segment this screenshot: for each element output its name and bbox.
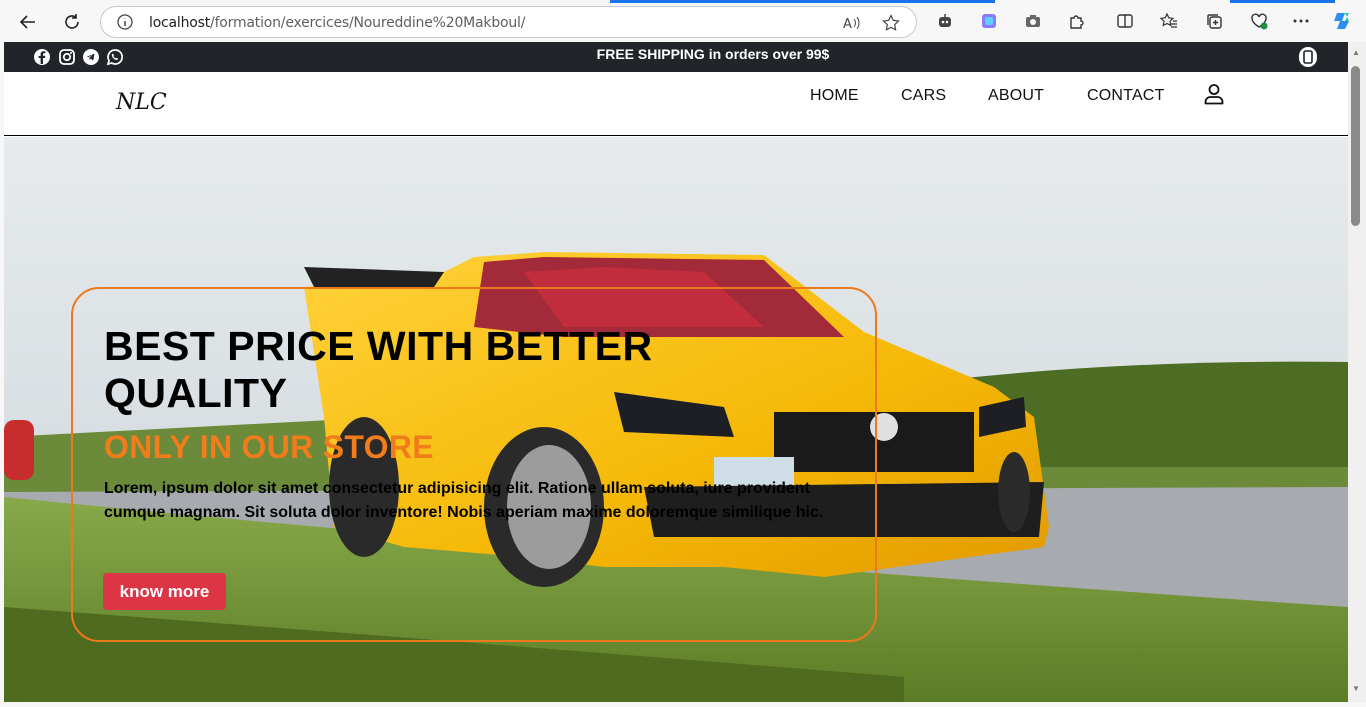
url-text[interactable]: localhost/formation/exercices/Noureddine… (149, 15, 525, 31)
site-header: NLC HOME CARS ABOUT CONTACT (4, 72, 1348, 136)
camera-icon[interactable] (1022, 10, 1044, 32)
favorite-star-icon[interactable] (882, 14, 900, 32)
copilot-icon[interactable] (1332, 10, 1354, 32)
promo-strip: FREE SHIPPING in orders over 99$ (4, 42, 1348, 72)
hero-title-line1: BEST PRICE WITH BETTER (104, 323, 653, 369)
scroll-thumb[interactable] (1351, 66, 1360, 226)
more-menu-icon[interactable] (1290, 10, 1312, 32)
scroll-down-arrow-icon[interactable]: ▼ (1351, 684, 1361, 694)
tab-accent (610, 0, 995, 3)
page-scrollbar[interactable]: ▲ ▼ (1348, 42, 1366, 702)
browser-toolbar: localhost/formation/exercices/Noureddine… (0, 0, 1366, 42)
favorites-icon[interactable] (1158, 10, 1180, 32)
extensions-icon[interactable] (1066, 10, 1088, 32)
url-host: localhost (149, 15, 211, 31)
scroll-up-arrow-icon[interactable]: ▲ (1351, 48, 1361, 58)
browser-essentials-icon[interactable] (1248, 10, 1270, 32)
hero-subtitle: ONLY IN OUR STORE (104, 429, 434, 465)
back-button[interactable] (14, 8, 42, 36)
svg-text:A: A (843, 17, 852, 31)
nav-about[interactable]: ABOUT (988, 87, 1044, 105)
logo[interactable]: NLC (116, 90, 167, 115)
page-viewport: FREE SHIPPING in orders over 99$ NLC HOM… (4, 42, 1348, 702)
tab-accent (1230, 0, 1335, 3)
know-more-button[interactable]: know more (103, 573, 226, 610)
url-path: /formation/exercices/Noureddine%20Makbou… (210, 15, 526, 31)
hero-section: BEST PRICE WITH BETTER QUALITY ONLY IN O… (4, 137, 1348, 702)
hero-title: BEST PRICE WITH BETTER QUALITY (104, 323, 804, 417)
image-extension-icon[interactable] (978, 10, 1000, 32)
read-aloud-icon[interactable]: A (843, 15, 861, 31)
phone-icon[interactable] (1299, 47, 1317, 67)
nav-contact[interactable]: CONTACT (1087, 87, 1165, 105)
address-bar[interactable]: localhost/formation/exercices/Noureddine… (100, 6, 917, 38)
copilot-bot-icon[interactable] (934, 10, 956, 32)
reload-button[interactable] (58, 8, 86, 36)
nav-cars[interactable]: CARS (901, 87, 946, 105)
user-icon[interactable] (1202, 82, 1226, 106)
split-screen-icon[interactable] (1114, 10, 1136, 32)
promo-text: FREE SHIPPING in orders over 99$ (596, 46, 830, 62)
hero-description: Lorem, ipsum dolor sit amet consectetur … (104, 480, 824, 521)
nav-home[interactable]: HOME (810, 87, 859, 105)
collections-icon[interactable] (1203, 10, 1225, 32)
hero-title-line2: QUALITY (104, 370, 288, 416)
info-icon[interactable] (117, 14, 133, 30)
